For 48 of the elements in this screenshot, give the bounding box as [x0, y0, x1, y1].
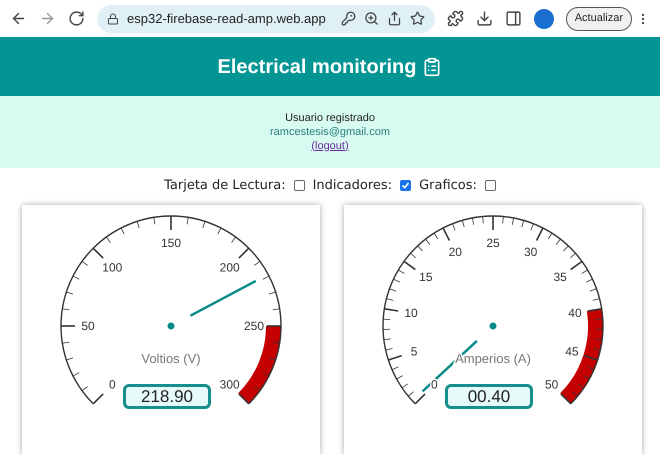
star-icon[interactable] — [410, 11, 425, 26]
scale-label: 150 — [160, 236, 182, 250]
address-bar[interactable]: esp32-firebase-read-amp.web.app — [97, 4, 435, 33]
option-label: Tarjeta de Lectura: — [164, 176, 286, 195]
needle-hub — [490, 322, 496, 330]
option-checkbox[interactable] — [484, 180, 496, 191]
clipboard-icon — [422, 56, 442, 77]
extensions-icon[interactable] — [446, 10, 464, 28]
scale-label: 35 — [553, 270, 567, 284]
scale-label: 0 — [108, 378, 116, 392]
gauge-needle — [190, 280, 256, 317]
scale-label: 50 — [81, 319, 95, 333]
scale-label: 200 — [220, 260, 240, 274]
scale-label: 10 — [404, 306, 418, 320]
scale-label: 300 — [220, 378, 240, 392]
user-email: ramcestesis@gmail.com — [270, 124, 390, 139]
unit-label: Voltios (V) — [141, 351, 201, 366]
scale-label: 0 — [430, 378, 438, 392]
url-text: esp32-firebase-read-amp.web.app — [127, 10, 327, 28]
scale-label: 15 — [419, 270, 433, 284]
option-checkbox[interactable] — [294, 180, 305, 191]
key-icon[interactable] — [340, 11, 356, 26]
scale-label: 20 — [448, 245, 462, 260]
option-label: Indicadores: — [312, 176, 392, 195]
update-button[interactable]: Actualizar — [566, 6, 632, 31]
value-display: 218.90 — [123, 384, 211, 409]
zoom-icon[interactable] — [364, 11, 379, 26]
profile-avatar[interactable] — [534, 8, 554, 29]
header-title: Electrical monitoring — [218, 54, 416, 80]
side-panel-icon[interactable] — [504, 10, 522, 28]
value-display: 00.40 — [445, 384, 533, 409]
logout-link[interactable]: (logout) — [311, 138, 349, 153]
download-icon[interactable] — [476, 10, 493, 28]
user-heading: Usuario registrado — [285, 110, 375, 125]
scale-label: 5 — [410, 344, 418, 359]
scale-label: 250 — [244, 319, 264, 333]
scale-label: 25 — [486, 236, 500, 250]
scale-label: 30 — [524, 245, 538, 260]
scale-label: 40 — [568, 306, 582, 320]
option-label: Graficos: — [419, 176, 477, 195]
scale-label: 50 — [545, 378, 558, 392]
share-icon[interactable] — [386, 11, 402, 26]
lock-icon — [107, 12, 119, 25]
option-checkbox[interactable] — [400, 180, 412, 191]
reload-icon[interactable] — [68, 10, 85, 28]
scale-label: 45 — [565, 344, 579, 359]
scale-label: 100 — [102, 260, 122, 274]
needle-hub — [168, 322, 174, 330]
